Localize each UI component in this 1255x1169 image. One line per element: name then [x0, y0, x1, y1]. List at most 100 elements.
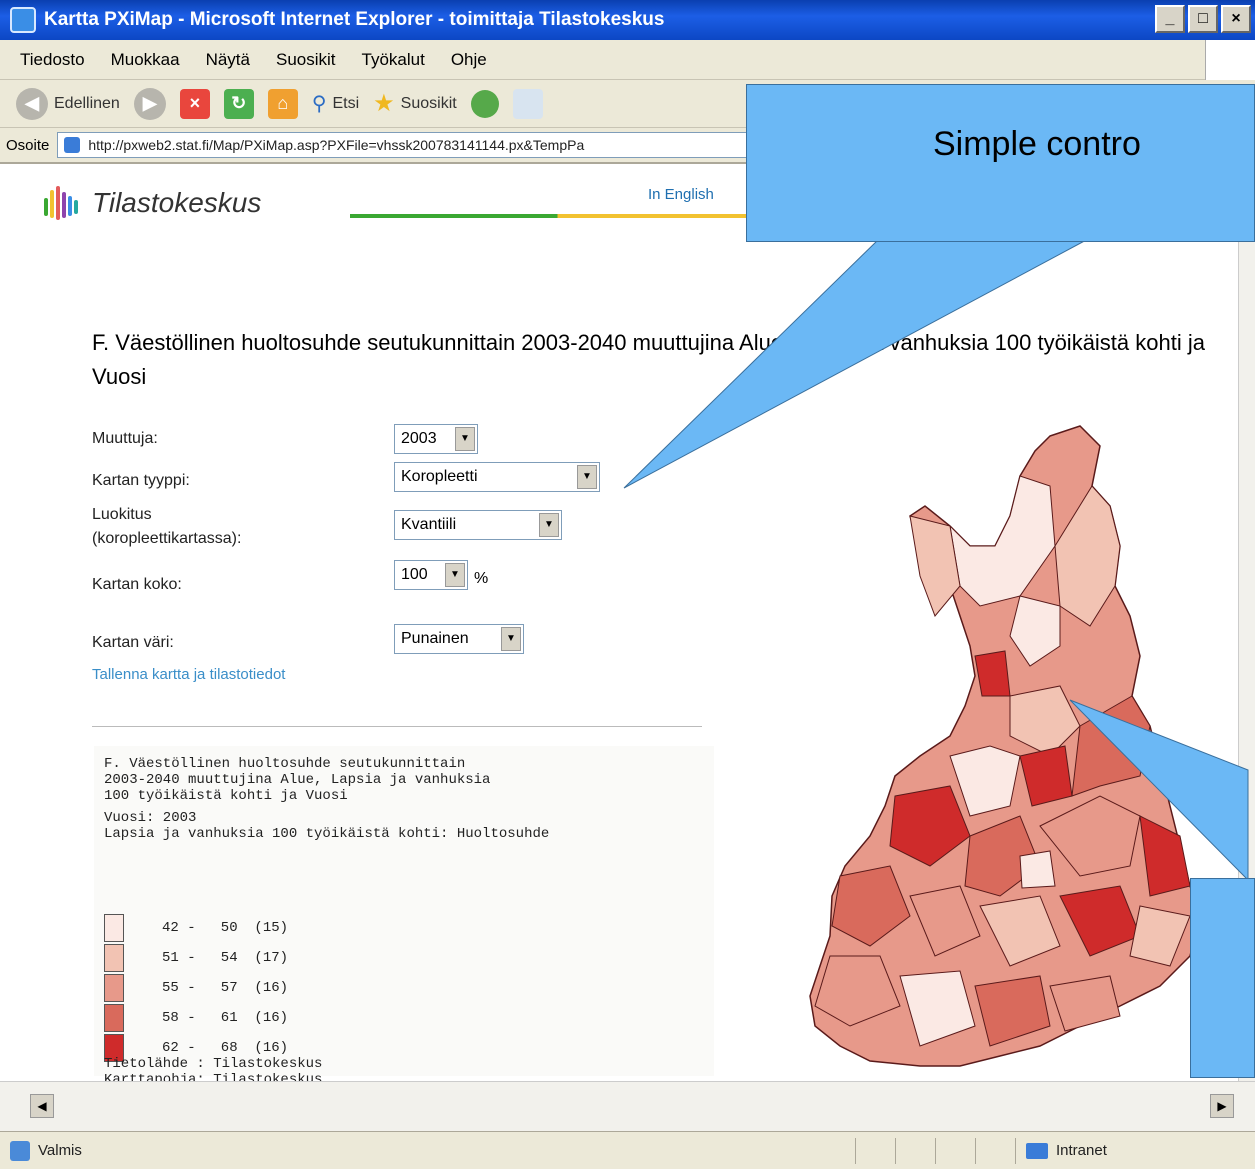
brand-name: Tilastokeskus — [92, 187, 262, 218]
legend-range: 55 - 57 (16) — [162, 980, 289, 996]
forward-button[interactable]: ▶ — [133, 87, 166, 120]
luokitus-select[interactable]: Kvantiili ▼ — [394, 510, 562, 540]
menu-favorites[interactable]: Suosikit — [276, 50, 336, 70]
back-arrow-icon: ◀ — [16, 87, 48, 120]
in-english-link[interactable]: In English — [648, 186, 714, 203]
zone-panel: Intranet — [1015, 1137, 1255, 1164]
windows-logo-icon — [1205, 40, 1255, 80]
page-status-icon — [10, 1140, 30, 1161]
percent-unit: % — [474, 570, 489, 587]
kartan-vari-value: Punainen — [401, 630, 469, 647]
window-controls: _ □ × — [1155, 5, 1251, 33]
search-button[interactable]: ⚲ Etsi — [312, 91, 359, 116]
menu-help[interactable]: Ohje — [451, 50, 487, 70]
luokitus-value: Kvantiili — [401, 516, 457, 533]
map-info-block: F. Väestöllinen huoltosuhde seutukunnitt… — [94, 746, 714, 1081]
luokitus-label-2: (koropleettikartassa): — [92, 530, 242, 547]
luokitus-label-1: Luokitus — [92, 506, 152, 523]
legend-swatch — [104, 914, 124, 942]
divider — [92, 726, 702, 727]
kartan-koko-value: 100 — [401, 566, 428, 583]
menu-file[interactable]: Tiedosto — [20, 50, 85, 70]
window-title: Kartta PXiMap - Microsoft Internet Explo… — [44, 9, 665, 30]
chevron-down-icon: ▼ — [445, 563, 465, 587]
muuttuja-select[interactable]: 2003 ▼ — [394, 424, 478, 454]
menu-bar: Tiedosto Muokkaa Näytä Suosikit Työkalut… — [0, 40, 1255, 80]
kartan-vari-label: Kartan väri: — [92, 634, 174, 651]
scroll-left-icon[interactable]: ◀ — [30, 1094, 54, 1118]
menu-edit[interactable]: Muokkaa — [111, 50, 180, 70]
legend-range: 42 - 50 (15) — [162, 920, 289, 936]
legend-swatch — [104, 944, 124, 972]
menu-tools[interactable]: Työkalut — [362, 50, 425, 70]
status-panel — [935, 1137, 975, 1164]
status-bar: Valmis Intranet — [0, 1131, 1255, 1169]
zone-text: Intranet — [1056, 1142, 1107, 1159]
forward-arrow-icon: ▶ — [133, 87, 166, 120]
chevron-down-icon: ▼ — [577, 465, 597, 489]
intranet-icon — [1026, 1142, 1048, 1159]
search-label: Etsi — [332, 94, 360, 112]
muuttuja-label: Muuttuja: — [92, 430, 158, 447]
callout-map-region — [1190, 878, 1255, 1078]
favorites-label: Suosikit — [400, 94, 457, 112]
status-panel — [975, 1137, 1015, 1164]
window-title-bar: Kartta PXiMap - Microsoft Internet Explo… — [0, 0, 1255, 40]
favorites-button[interactable]: ★ Suosikit — [373, 89, 457, 118]
page-content: Tilastokeskus In English F. Väestöllinen… — [0, 166, 1238, 1081]
back-button[interactable]: ◀ Edellinen — [16, 87, 120, 120]
callout-simple-controls: Simple contro — [746, 84, 1255, 242]
tilastokeskus-logo-icon — [42, 184, 80, 222]
kartan-koko-label: Kartan koko: — [92, 576, 182, 593]
info-basemap-line: Karttapohja: Tilastokeskus — [104, 1072, 323, 1081]
maximize-button[interactable]: □ — [1188, 5, 1218, 33]
site-brand[interactable]: Tilastokeskus — [42, 184, 261, 222]
status-text: Valmis — [38, 1142, 82, 1159]
search-icon: ⚲ — [311, 93, 327, 115]
info-source-line: Tietolähde : Tilastokeskus — [104, 1056, 323, 1072]
chevron-down-icon: ▼ — [501, 627, 521, 651]
kartan-tyyppi-value: Koropleetti — [401, 468, 478, 485]
legend-swatch — [104, 974, 124, 1002]
horizontal-scrollbar[interactable]: ◀ ▶ — [0, 1081, 1255, 1131]
status-panel — [895, 1137, 935, 1164]
finland-choropleth-map[interactable] — [720, 396, 1238, 1081]
scroll-right-icon[interactable]: ▶ — [1210, 1094, 1234, 1118]
back-label: Edellinen — [54, 94, 120, 112]
legend-range: 58 - 61 (16) — [162, 1010, 289, 1026]
info-title-line-3: 100 työikäistä kohti ja Vuosi — [104, 788, 348, 804]
chevron-down-icon: ▼ — [455, 427, 475, 451]
info-year-line: Vuosi: 2003 — [104, 810, 197, 826]
info-title-line-2: 2003-2040 muuttujina Alue, Lapsia ja van… — [104, 772, 491, 788]
legend-item: 42 - 50 (15) — [104, 914, 288, 942]
legend-range: 62 - 68 (16) — [162, 1040, 289, 1056]
muuttuja-value: 2003 — [401, 430, 437, 447]
legend-item: 55 - 57 (16) — [104, 974, 288, 1002]
chevron-down-icon: ▼ — [539, 513, 559, 537]
menu-view[interactable]: Näytä — [206, 50, 250, 70]
save-map-link[interactable]: Tallenna kartta ja tilastotiedot — [92, 666, 285, 683]
kartan-koko-select[interactable]: 100 ▼ — [394, 560, 468, 590]
legend-swatch — [104, 1004, 124, 1032]
minimize-button[interactable]: _ — [1155, 5, 1185, 33]
kartan-vari-select[interactable]: Punainen ▼ — [394, 624, 524, 654]
home-icon[interactable]: ⌂ — [267, 88, 298, 119]
refresh-icon[interactable]: ↻ — [223, 88, 254, 119]
mail-icon[interactable] — [512, 88, 543, 119]
close-button[interactable]: × — [1221, 5, 1251, 33]
info-measure-line: Lapsia ja vanhuksia 100 työikäistä kohti… — [104, 826, 550, 842]
address-label: Osoite — [6, 136, 50, 154]
kartan-tyyppi-label: Kartan tyyppi: — [92, 472, 190, 489]
info-title-line-1: F. Väestöllinen huoltosuhde seutukunnitt… — [104, 756, 466, 772]
kartan-tyyppi-select[interactable]: Koropleetti ▼ — [394, 462, 600, 492]
stop-icon[interactable]: × — [179, 88, 210, 119]
page-title: F. Väestöllinen huoltosuhde seutukunnitt… — [92, 330, 1205, 389]
legend-item: 58 - 61 (16) — [104, 1004, 288, 1032]
star-icon: ★ — [373, 90, 395, 117]
status-panel — [855, 1137, 895, 1164]
ie-icon — [10, 7, 36, 33]
legend-range: 51 - 54 (17) — [162, 950, 289, 966]
status-panels: Intranet — [855, 1137, 1255, 1164]
media-icon[interactable] — [470, 89, 499, 118]
legend-item: 51 - 54 (17) — [104, 944, 288, 972]
